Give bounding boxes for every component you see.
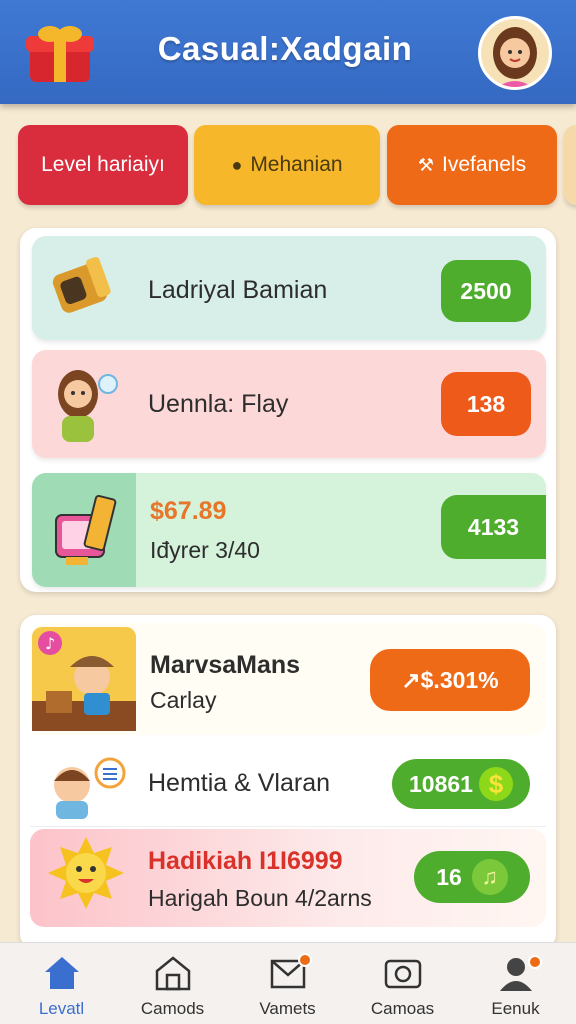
hammer-icon: ⚒ <box>417 154 435 175</box>
list-item[interactable]: Hadikiah I1I6999 Harigah Boun 4/2arns 16… <box>30 829 546 927</box>
row-subtitle: Carlay <box>150 687 217 713</box>
girl-waving-icon <box>58 370 118 442</box>
nav-label: Levatl <box>38 999 85 1018</box>
value-pill[interactable]: 16 ♫ <box>414 851 530 903</box>
user-avatar-icon[interactable] <box>478 16 552 90</box>
app-title: Casual:Xadgain <box>157 30 413 67</box>
value-pill[interactable]: 138 <box>441 372 531 436</box>
list-item[interactable]: Hemtia & Vlaran 10861 $ <box>30 745 546 827</box>
nav-label: Eenuk <box>491 999 540 1018</box>
row-title: MarvsaMans <box>150 651 301 679</box>
row-title: Uennla: Flay <box>148 390 289 418</box>
row-title: Hemtia & Vlaran <box>148 769 331 797</box>
category-tabs: Level hariaiyı ● Mehanian ⚒ Ivefanels <box>18 125 576 205</box>
nav-label: Vamets <box>259 999 316 1018</box>
row-title: Ladriyal Bamian <box>148 276 328 304</box>
notification-badge <box>528 955 542 969</box>
value-pill[interactable]: 2500 <box>441 260 531 322</box>
events-panel: ♪ MarvsaMans Carlay ↗$.301% Hemtia & Vla… <box>20 615 556 950</box>
row-subtitle: Harigah Boun 4/2arns <box>148 885 372 911</box>
tab-overflow[interactable] <box>564 125 576 205</box>
nav-label: Camods <box>140 999 205 1018</box>
nav-item-camods[interactable]: Camods <box>115 943 230 1024</box>
nav-label: Camoas <box>370 999 435 1018</box>
notification-badge <box>298 953 312 967</box>
musician-icon: ♪ <box>32 627 136 731</box>
tab-mehanian[interactable]: ● Mehanian <box>194 125 380 205</box>
tab-label: Mehanian <box>250 153 343 176</box>
nav-item-levatl[interactable]: Levatl <box>4 943 119 1024</box>
nav-item-vamets[interactable]: Vamets <box>230 943 345 1024</box>
nav-item-eenuk[interactable]: Eenuk <box>458 943 573 1024</box>
rewards-panel: Ladriyal Bamian 2500 Uennla: Flay 138 $6… <box>20 228 556 592</box>
value-label: 10861 <box>409 770 473 797</box>
bottom-navigation: Levatl Camods Vamets Camoas Eenuk <box>0 942 576 1024</box>
list-item[interactable]: $67.89 Iđyrer 3/40 4133 <box>32 473 546 587</box>
gift-box-icon[interactable] <box>22 22 98 86</box>
list-item[interactable]: ♪ MarvsaMans Carlay ↗$.301% <box>30 623 546 735</box>
dollar-coin-icon: $ <box>478 767 513 801</box>
house-outline-icon <box>155 956 191 991</box>
home-icon <box>45 957 79 989</box>
row-title: Hadikiah I1I6999 <box>148 847 343 875</box>
sun-mascot-icon <box>48 837 124 909</box>
tab-label: Ivefanels <box>442 153 527 176</box>
boy-chat-icon <box>54 757 126 819</box>
svg-text:♪: ♪ <box>45 634 55 653</box>
gift-bag-icon <box>55 494 117 565</box>
app-header: Casual:Xadgain <box>0 0 576 104</box>
person-icon: ● <box>231 154 243 175</box>
music-leaf-icon: ♫ <box>471 859 508 895</box>
tab-ivefanels[interactable]: ⚒ Ivefanels <box>387 125 557 205</box>
list-item[interactable]: Ladriyal Bamian 2500 <box>32 236 546 340</box>
value-label: 16 <box>436 863 462 890</box>
value-pill[interactable]: 4133 <box>441 495 546 559</box>
bell-crate-icon <box>52 256 111 313</box>
tab-label: Level hariaiyı <box>41 153 165 176</box>
camera-icon <box>384 959 422 989</box>
tab-level[interactable]: Level hariaiyı <box>18 125 188 205</box>
item-price: $67.89 <box>150 497 227 525</box>
item-subtitle: Iđyrer 3/40 <box>150 537 260 563</box>
value-pill[interactable]: 10861 $ <box>392 759 530 809</box>
value-pill[interactable]: ↗$.301% <box>370 649 530 711</box>
list-item[interactable]: Uennla: Flay 138 <box>32 350 546 458</box>
nav-item-camoas[interactable]: Camoas <box>345 943 460 1024</box>
